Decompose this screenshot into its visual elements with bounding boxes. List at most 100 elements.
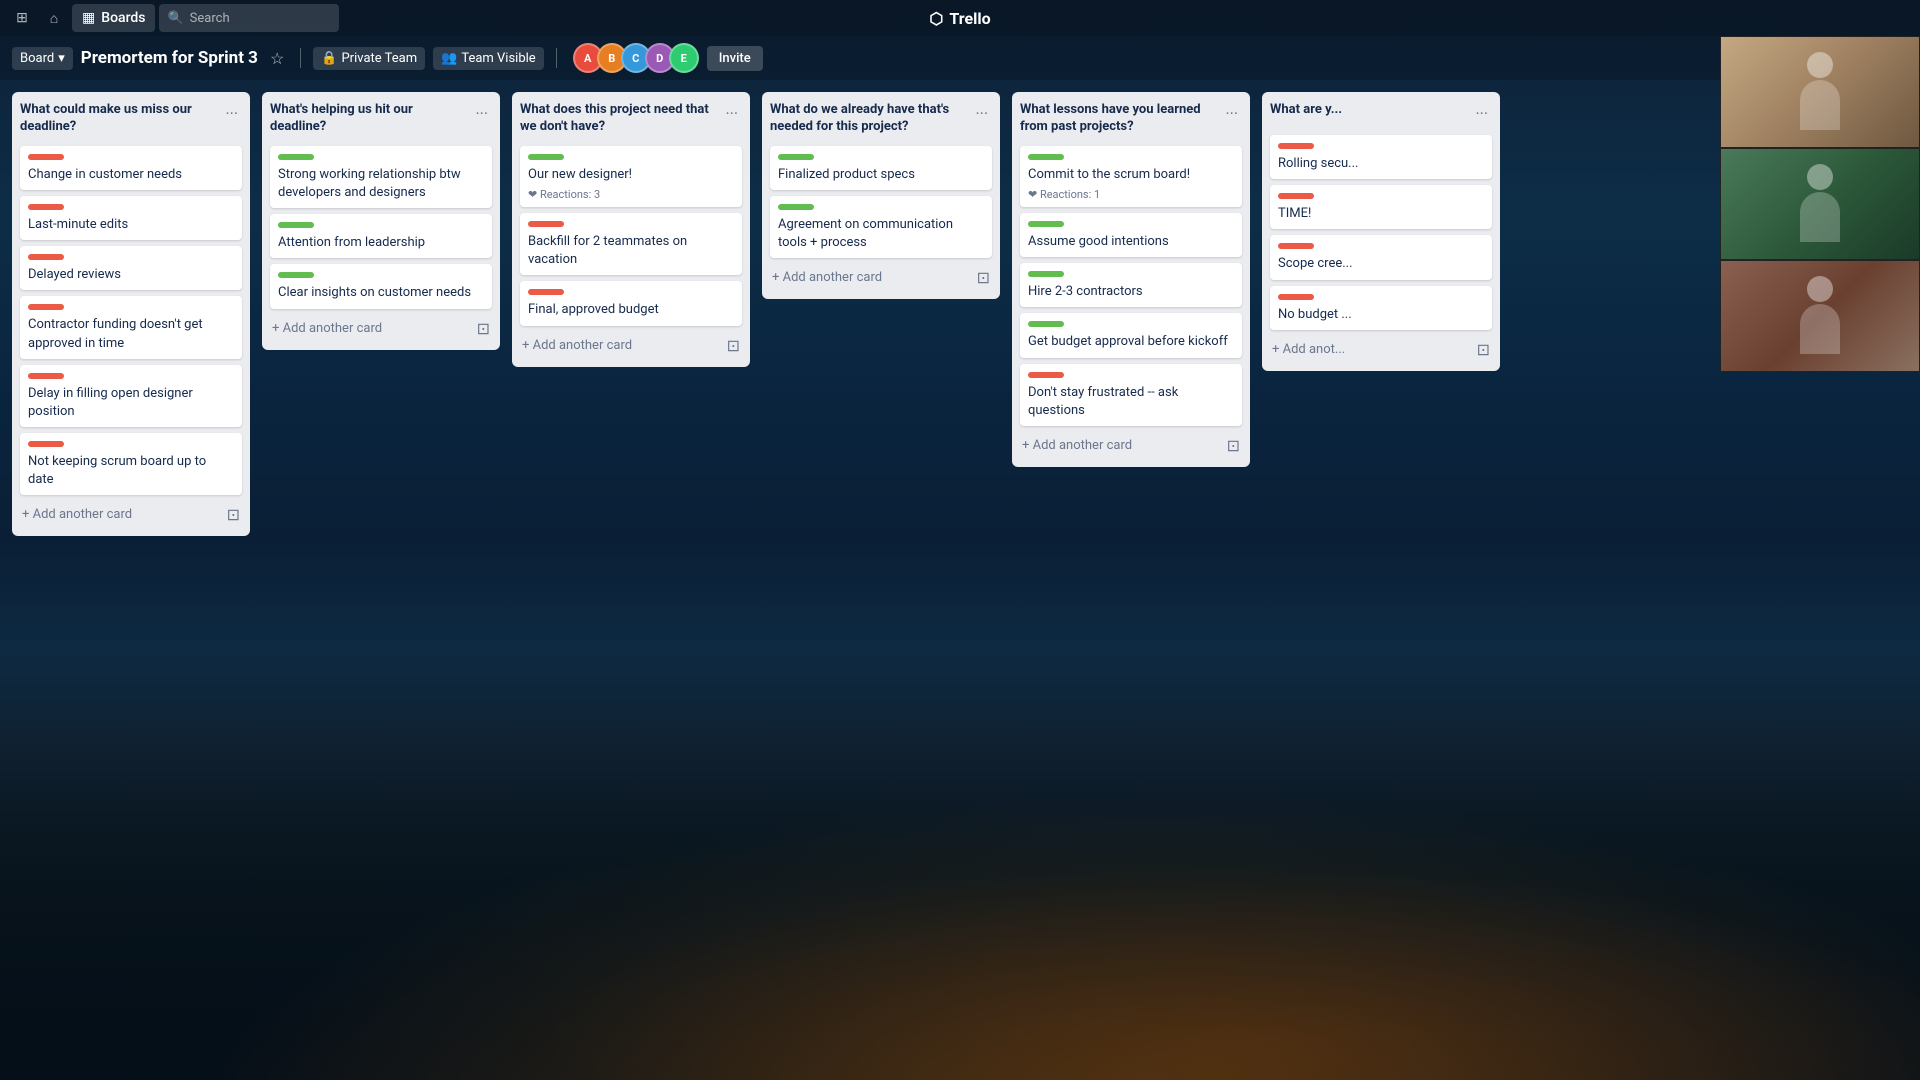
card-5-1[interactable]: Commit to the scrum board!❤ Reactions: 1 <box>1020 146 1242 207</box>
card-label-5-1 <box>1028 154 1064 160</box>
card-2-2[interactable]: Attention from leadership <box>270 214 492 258</box>
board-nav-bar: Board ▾ Premortem for Sprint 3 ☆ 🔒 Priva… <box>0 36 1920 80</box>
add-card-template-icon-1[interactable]: ⊡ <box>227 505 240 524</box>
card-title-3-3: Final, approved budget <box>528 301 734 319</box>
list-column-1: What could make us miss our deadline?···… <box>12 92 250 536</box>
card-title-5-2: Assume good intentions <box>1028 233 1234 251</box>
card-title-1-2: Last-minute edits <box>28 216 234 234</box>
add-card-template-icon-6[interactable]: ⊡ <box>1477 340 1490 359</box>
card-5-4[interactable]: Get budget approval before kickoff <box>1020 313 1242 357</box>
card-title-2-3: Clear insights on customer needs <box>278 284 484 302</box>
card-6-1[interactable]: Rolling secu... <box>1270 135 1492 179</box>
star-button[interactable]: ☆ <box>266 47 288 70</box>
card-3-3[interactable]: Final, approved budget <box>520 281 742 325</box>
list-header-1: What could make us miss our deadline?··· <box>20 100 242 140</box>
card-label-5-5 <box>1028 372 1064 378</box>
add-card-button-6[interactable]: + Add anot... ⊡ <box>1270 336 1492 363</box>
add-card-template-icon-5[interactable]: ⊡ <box>1227 436 1240 455</box>
list-menu-button-3[interactable]: ··· <box>721 102 742 125</box>
list-menu-button-5[interactable]: ··· <box>1221 102 1242 125</box>
card-title-3-1: Our new designer! <box>528 166 734 184</box>
card-6-4[interactable]: No budget ... <box>1270 286 1492 330</box>
trello-name: Trello <box>949 9 990 28</box>
card-title-1-1: Change in customer needs <box>28 166 234 184</box>
boards-label: Boards <box>101 10 145 26</box>
home-icon[interactable]: ⌂ <box>40 4 68 32</box>
card-4-2[interactable]: Agreement on communication tools + proce… <box>770 196 992 258</box>
card-label-1-1 <box>28 154 64 160</box>
card-3-1[interactable]: Our new designer! ❤ Reactions: 3 <box>520 146 742 207</box>
team-label: Team Visible <box>461 51 535 66</box>
card-2-1[interactable]: Strong working relationship btw develope… <box>270 146 492 208</box>
card-label-1-2 <box>28 204 64 210</box>
card-label-1-3 <box>28 254 64 260</box>
board-menu-button[interactable]: Board ▾ <box>12 47 73 70</box>
card-3-2[interactable]: Backfill for 2 teammates on vacation <box>520 213 742 275</box>
card-label-2-2 <box>278 222 314 228</box>
card-1-6[interactable]: Not keeping scrum board up to date <box>20 433 242 495</box>
card-1-3[interactable]: Delayed reviews <box>20 246 242 290</box>
list-title-4: What do we already have that's needed fo… <box>770 102 971 136</box>
list-menu-button-4[interactable]: ··· <box>971 102 992 125</box>
add-card-label-1: + Add another card <box>22 507 132 522</box>
card-label-2-1 <box>278 154 314 160</box>
add-card-button-4[interactable]: + Add another card⊡ <box>770 264 992 291</box>
list-menu-button-1[interactable]: ··· <box>221 102 242 125</box>
card-5-2[interactable]: Assume good intentions <box>1020 213 1242 257</box>
add-card-template-icon-2[interactable]: ⊡ <box>477 319 490 338</box>
card-6-2[interactable]: TIME! <box>1270 185 1492 229</box>
video-panel <box>1720 36 1920 372</box>
search-placeholder: Search <box>190 11 230 26</box>
card-label-4-1 <box>778 154 814 160</box>
card-title-6-4: No budget ... <box>1278 306 1484 324</box>
team-badge[interactable]: 👥 Team Visible <box>433 47 544 70</box>
card-reaction-3-1: ❤ Reactions: 3 <box>528 188 734 201</box>
apps-icon[interactable]: ⊞ <box>8 4 36 32</box>
nav-separator <box>300 48 301 68</box>
card-5-3[interactable]: Hire 2-3 contractors <box>1020 263 1242 307</box>
list-column-4: What do we already have that's needed fo… <box>762 92 1000 299</box>
list-title-2: What's helping us hit our deadline? <box>270 102 471 136</box>
card-2-3[interactable]: Clear insights on customer needs <box>270 264 492 308</box>
invite-button[interactable]: Invite <box>707 46 763 71</box>
list-header-5: What lessons have you learned from past … <box>1020 100 1242 140</box>
card-1-2[interactable]: Last-minute edits <box>20 196 242 240</box>
card-label-5-3 <box>1028 271 1064 277</box>
add-card-label-5: + Add another card <box>1022 438 1132 453</box>
add-card-button-5[interactable]: + Add another card ⊡ <box>1020 432 1242 459</box>
card-title-5-1: Commit to the scrum board! <box>1028 166 1234 184</box>
video-tile-3 <box>1720 260 1920 372</box>
card-title-3-2: Backfill for 2 teammates on vacation <box>528 233 734 269</box>
video-tile-2 <box>1720 148 1920 260</box>
add-card-label-6: + Add anot... <box>1272 342 1345 357</box>
card-title-2-1: Strong working relationship btw develope… <box>278 166 484 202</box>
list-header-3: What does this project need that we don'… <box>520 100 742 140</box>
add-card-button-1[interactable]: + Add another card ⊡ <box>20 501 242 528</box>
card-label-5-2 <box>1028 221 1064 227</box>
card-1-5[interactable]: Delay in filling open designer position <box>20 365 242 427</box>
list-column-5: What lessons have you learned from past … <box>1012 92 1250 467</box>
privacy-label: Private Team <box>341 51 417 66</box>
list-column-6: What are y...···Rolling secu...TIME!Scop… <box>1262 92 1500 371</box>
list-menu-button-2[interactable]: ··· <box>471 102 492 125</box>
list-menu-button-6[interactable]: ··· <box>1471 102 1492 125</box>
add-card-button-2[interactable]: + Add another card⊡ <box>270 315 492 342</box>
card-1-4[interactable]: Contractor funding doesn't get approved … <box>20 296 242 358</box>
card-6-3[interactable]: Scope cree... <box>1270 235 1492 279</box>
card-title-6-3: Scope cree... <box>1278 255 1484 273</box>
trello-logo: ⬡ Trello <box>929 9 990 28</box>
card-1-1[interactable]: Change in customer needs <box>20 146 242 190</box>
add-card-label-3: + Add another card <box>522 338 632 353</box>
add-card-template-icon-3[interactable]: ⊡ <box>727 336 740 355</box>
boards-button[interactable]: ▦ Boards <box>72 4 155 32</box>
search-bar[interactable]: 🔍 Search <box>159 4 339 32</box>
avatar-5[interactable]: E <box>669 43 699 73</box>
card-5-5[interactable]: Don't stay frustrated -- ask questions <box>1020 364 1242 426</box>
trello-icon: ⬡ <box>929 9 943 28</box>
privacy-badge[interactable]: 🔒 Private Team <box>313 47 425 70</box>
add-card-button-3[interactable]: + Add another card ⊡ <box>520 332 742 359</box>
board-content: What could make us miss our deadline?···… <box>0 80 1920 1080</box>
add-card-template-icon-4[interactable]: ⊡ <box>977 268 990 287</box>
card-4-1[interactable]: Finalized product specs <box>770 146 992 190</box>
list-title-3: What does this project need that we don'… <box>520 102 721 136</box>
